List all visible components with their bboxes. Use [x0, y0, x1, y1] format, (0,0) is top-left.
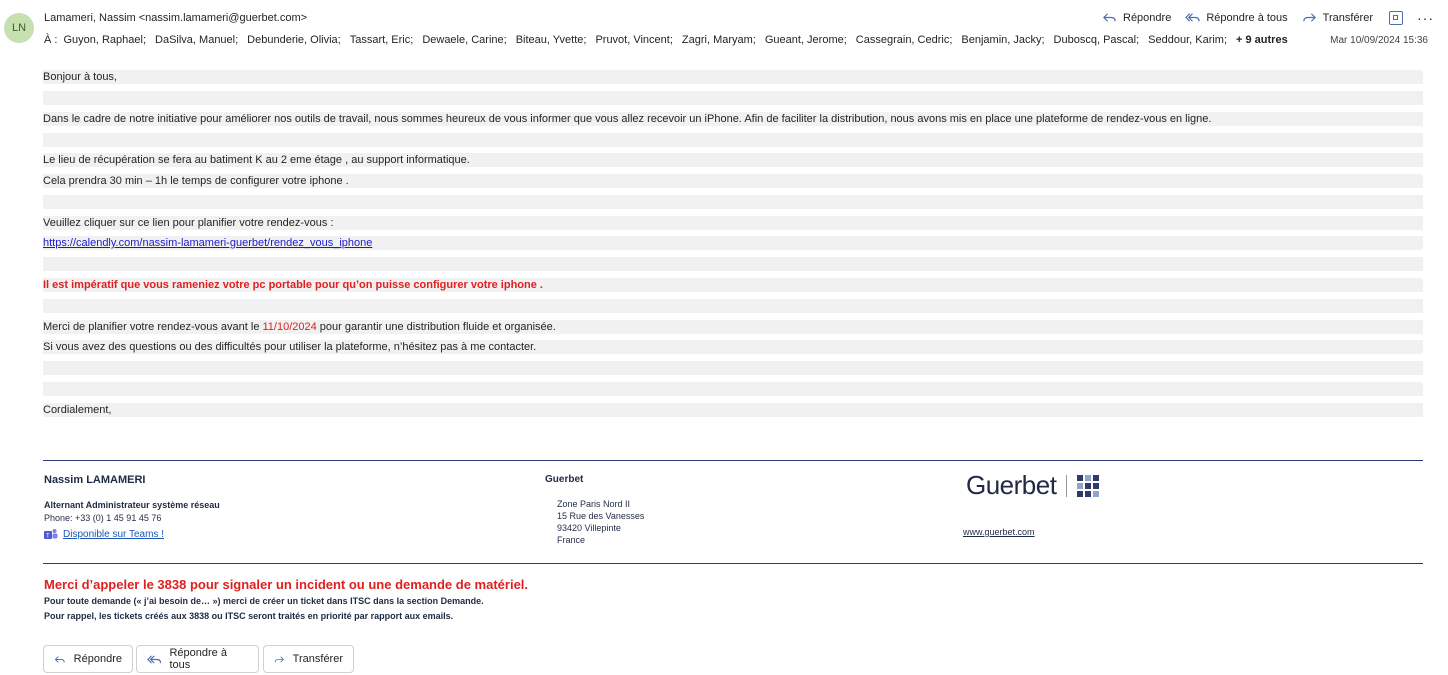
signature-divider-top	[43, 460, 1423, 461]
recipient[interactable]: Pruvot, Vincent;	[595, 34, 672, 46]
teams-link[interactable]: Disponible sur Teams !	[63, 529, 164, 540]
address-line: Zone Paris Nord II	[557, 499, 631, 509]
body-paragraph-intro: Dans le cadre de notre initiative pour a…	[43, 112, 1423, 126]
forward-icon	[274, 656, 284, 662]
website: www.guerbet.com	[963, 527, 1035, 537]
recipient[interactable]: Gueant, Jerome;	[765, 34, 847, 46]
signature-phone: Phone: +33 (0) 1 45 91 45 76	[44, 513, 162, 523]
warning-text: Il est impératif que vous rameniez votre…	[43, 278, 1423, 292]
sender-avatar[interactable]: LN	[4, 13, 34, 43]
address-line: France	[557, 535, 586, 545]
closing: Cordialement,	[43, 403, 1423, 417]
to-label: À :	[44, 34, 58, 46]
signature-company: Guerbet	[545, 474, 584, 485]
reply-label: Répondre	[1123, 11, 1172, 24]
recipient[interactable]: Zagri, Maryam;	[682, 34, 756, 46]
reply-icon	[54, 655, 65, 663]
signature-address: Zone Paris Nord II 15 Rue des Vanesses 9…	[557, 498, 644, 546]
sent-date: Mar 10/09/2024 15:36	[1330, 35, 1428, 46]
recipient[interactable]: Biteau, Yvette;	[516, 34, 587, 46]
greeting: Bonjour à tous,	[43, 70, 1423, 84]
forward-icon	[1302, 13, 1316, 22]
recipient[interactable]: Dewaele, Carine;	[422, 34, 506, 46]
footer-reply-label: Répondre	[73, 653, 122, 665]
message-actions-toolbar: Répondre Répondre à tous Transférer ···	[1088, 10, 1434, 25]
reply-all-label: Répondre à tous	[1206, 11, 1288, 24]
svg-text:T: T	[46, 534, 50, 540]
blank-line	[43, 361, 1423, 375]
address-line: 93420 Villepinte	[557, 523, 621, 533]
body-paragraph-duration: Cela prendra 30 min – 1h le temps de con…	[43, 174, 1423, 188]
blank-line	[43, 299, 1423, 313]
body-paragraph-link-intro: Veuillez cliquer sur ce lien pour planif…	[43, 216, 1423, 230]
teams-presence: T Disponible sur Teams !	[44, 528, 164, 540]
teams-icon: T	[44, 529, 58, 540]
body-paragraph-deadline: Merci de planifier votre rendez-vous ava…	[43, 320, 1423, 334]
footer-forward-label: Transférer	[292, 653, 343, 665]
address-line: 15 Rue des Vanesses	[557, 511, 645, 521]
forward-button[interactable]: Transférer	[1302, 10, 1373, 25]
reply-all-icon	[1185, 13, 1200, 22]
blank-line	[43, 382, 1423, 396]
footer-reply-all-label: Répondre à tous	[169, 647, 227, 671]
body-paragraph-location: Le lieu de récupération se fera au batim…	[43, 153, 1423, 167]
reply-icon	[1103, 13, 1116, 22]
reply-all-icon	[147, 654, 162, 664]
logo-text: Guerbet	[966, 470, 1057, 500]
helpdesk-notice: Merci d’appeler le 3838 pour signaler un…	[44, 577, 529, 592]
recipient[interactable]: Seddour, Karim;	[1148, 34, 1227, 46]
recipient[interactable]: Guyon, Raphael;	[63, 34, 146, 46]
recipient[interactable]: Debunderie, Olivia;	[247, 34, 341, 46]
recipient[interactable]: Tassart, Eric;	[350, 34, 414, 46]
more-actions-button[interactable]: ···	[1417, 11, 1434, 25]
helpdesk-note-request: Pour toute demande (« j’ai besoin de… »)…	[44, 596, 484, 606]
recipient[interactable]: Duboscq, Pascal;	[1054, 34, 1140, 46]
blank-line	[43, 133, 1423, 147]
recipient[interactable]: Benjamin, Jacky;	[961, 34, 1044, 46]
recipients-line: À : Guyon, Raphael; DaSilva, Manuel; Deb…	[44, 34, 1288, 46]
apps-icon[interactable]	[1389, 10, 1403, 25]
deadline-text-before: Merci de planifier votre rendez-vous ava…	[43, 321, 263, 333]
helpdesk-note-priority: Pour rappel, les tickets créés aux 3838 …	[44, 611, 454, 621]
signature-name: Nassim LAMAMERI	[44, 474, 146, 486]
guerbet-logo: Guerbet	[966, 470, 1100, 501]
recipient[interactable]: DaSilva, Manuel;	[155, 34, 238, 46]
more-recipients-button[interactable]: + 9 autres	[1236, 34, 1288, 46]
website-link[interactable]: www.guerbet.com	[963, 527, 1035, 537]
link-row: https://calendly.com/nassim-lamameri-gue…	[43, 236, 1423, 250]
blank-line	[43, 91, 1423, 105]
footer-reply-all-button[interactable]: Répondre à tous	[136, 645, 259, 673]
footer-forward-button[interactable]: Transférer	[263, 645, 354, 673]
reply-all-button[interactable]: Répondre à tous	[1185, 10, 1288, 25]
logo-grid-icon	[1077, 474, 1100, 497]
signature-title: Alternant Administrateur système réseau	[44, 500, 220, 510]
sender-address[interactable]: Lamameri, Nassim <nassim.lamameri@guerbe…	[44, 12, 307, 24]
deadline-date: 11/10/2024	[262, 321, 317, 333]
signature-divider-bottom	[43, 563, 1423, 564]
reply-button[interactable]: Répondre	[1102, 10, 1171, 25]
logo-separator	[1066, 474, 1068, 497]
blank-line	[43, 257, 1423, 271]
recipient[interactable]: Cassegrain, Cedric;	[856, 34, 953, 46]
deadline-text-after: pour garantir une distribution fluide et…	[316, 321, 556, 333]
blank-line	[43, 195, 1423, 209]
body-paragraph-contact: Si vous avez des questions ou des diffic…	[43, 340, 1423, 354]
calendly-link[interactable]: https://calendly.com/nassim-lamameri-gue…	[43, 237, 372, 249]
forward-label: Transférer	[1322, 11, 1373, 24]
footer-reply-button[interactable]: Répondre	[43, 645, 133, 673]
